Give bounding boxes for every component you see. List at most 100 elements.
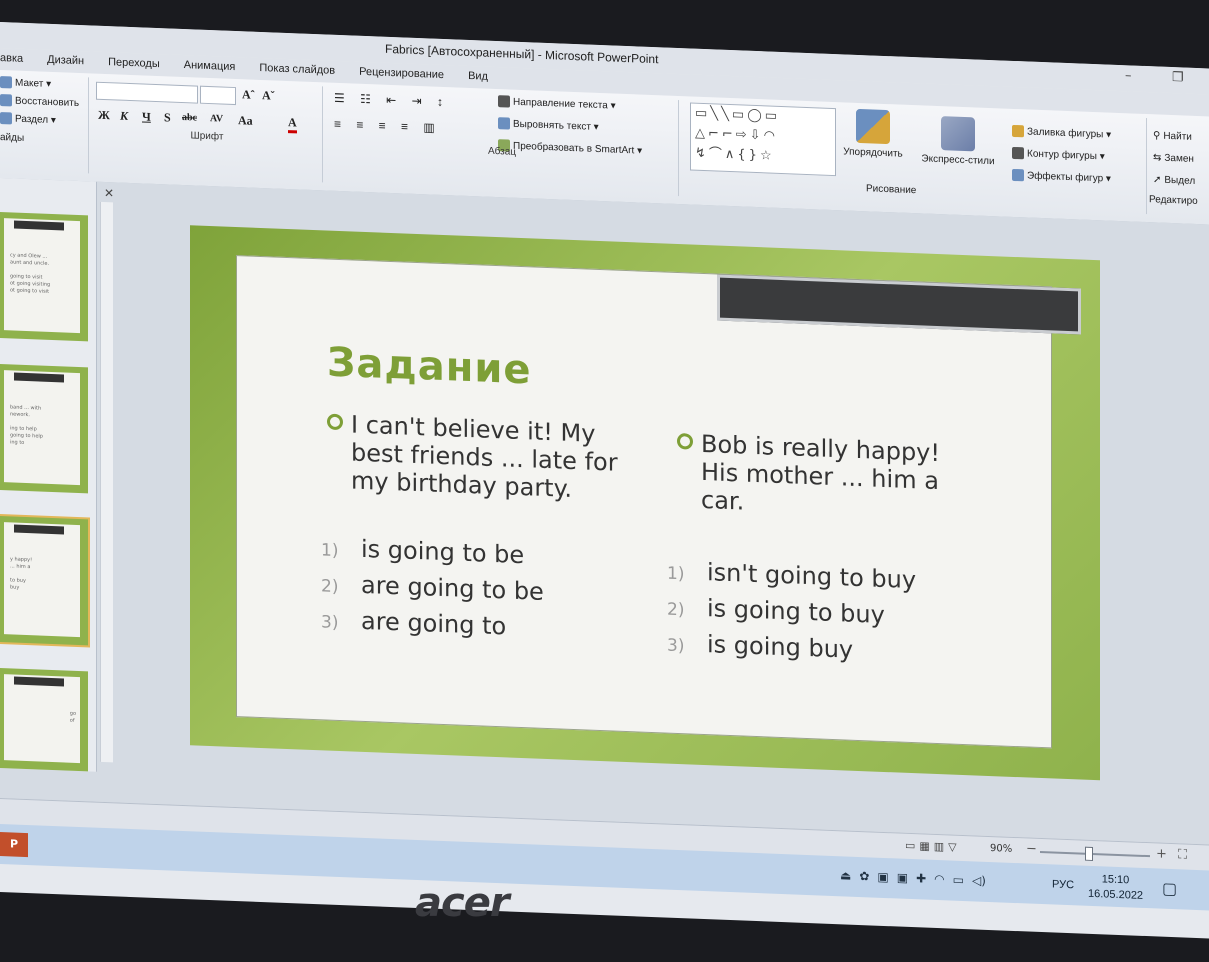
- option-text: are going to: [361, 606, 507, 641]
- option-text: is going buy: [707, 630, 854, 664]
- thumbnail-bar: [14, 676, 64, 687]
- tab-design[interactable]: Дизайн: [35, 49, 96, 73]
- option-text: isn't going to buy: [707, 558, 917, 595]
- usb-icon[interactable]: ⏏: [840, 868, 851, 882]
- window-title: Fabrics [Автосохраненный] - Microsoft Po…: [385, 41, 659, 67]
- slide-canvas[interactable]: Задание I can't believe it! My best frie…: [190, 225, 1100, 781]
- text-direction-button[interactable]: Направление текста ▾: [498, 95, 616, 112]
- right-option[interactable]: 1) isn't going to buy: [667, 557, 917, 595]
- app-tray-icon[interactable]: ▣: [897, 870, 908, 884]
- slide-thumbnail[interactable]: go of: [0, 668, 88, 772]
- zoom-in-button[interactable]: +: [1156, 846, 1167, 861]
- shape-effects-button[interactable]: Эффекты фигур ▾: [1012, 168, 1111, 185]
- layout-button[interactable]: Макет ▾: [0, 76, 51, 90]
- bold-button[interactable]: Ж: [98, 108, 110, 123]
- change-case-button[interactable]: Aa: [238, 113, 253, 129]
- shape-outline-icon: [1012, 146, 1024, 160]
- grow-font-button[interactable]: Aˆ: [242, 87, 255, 102]
- slide-frame: Задание I can't believe it! My best frie…: [236, 255, 1081, 749]
- tab-view[interactable]: Вид: [456, 66, 500, 90]
- shadow-button[interactable]: S: [164, 110, 171, 125]
- cursor-icon: ➚: [1153, 174, 1162, 186]
- strikethrough-button[interactable]: abc: [182, 112, 197, 124]
- network-tray-icon[interactable]: ✚: [916, 871, 926, 885]
- text-direction-label: Направление текста ▾: [513, 96, 616, 112]
- bullet-icon: [677, 433, 693, 450]
- close-pane-icon[interactable]: ✕: [104, 186, 114, 200]
- app-tray-icon[interactable]: ▣: [877, 870, 888, 884]
- fit-slide-icon[interactable]: ⛶: [1178, 847, 1187, 862]
- battery-icon[interactable]: ▭: [953, 873, 964, 887]
- thumbnails-scrollbar[interactable]: [100, 201, 113, 763]
- option-number: 1): [321, 540, 339, 562]
- right-option[interactable]: 3) is going buy: [667, 629, 853, 664]
- select-button[interactable]: ➚ Выдел: [1153, 174, 1195, 187]
- slide-thumbnail[interactable]: band ... with nework. ing to help going …: [0, 364, 88, 494]
- left-option[interactable]: 2) are going to be: [321, 569, 544, 606]
- slide-thumbnail-selected[interactable]: y happy! ... him a to buy buy: [0, 516, 88, 646]
- font-size-combo[interactable]: [200, 85, 236, 106]
- shape-fill-label: Заливка фигуры ▾: [1027, 125, 1112, 141]
- zoom-slider-track[interactable]: [1040, 850, 1150, 858]
- app-tray-icon[interactable]: ✿: [859, 869, 869, 883]
- volume-icon[interactable]: ◁): [972, 873, 986, 888]
- quick-styles-button[interactable]: Экспресс-стили: [912, 115, 1004, 168]
- option-number: 1): [667, 563, 685, 585]
- find-label: Найти: [1163, 130, 1192, 143]
- reset-button[interactable]: Восстановить: [0, 94, 79, 109]
- thumbnail-text: cy and Olew ... aunt and uncle. going to…: [10, 252, 50, 296]
- option-text: are going to be: [361, 570, 544, 606]
- editing-group-label: Редактиро: [1149, 194, 1198, 208]
- right-option[interactable]: 2) is going to buy: [667, 593, 885, 629]
- layout-icon: [0, 76, 12, 89]
- shape-outline-button[interactable]: Контур фигуры ▾: [1012, 146, 1105, 163]
- find-button[interactable]: ⚲ Найти: [1153, 130, 1192, 142]
- tab-animations[interactable]: Анимация: [172, 55, 248, 80]
- thumbnail-bar: [14, 524, 64, 535]
- replace-button[interactable]: ⇆ Замен: [1153, 152, 1194, 165]
- arrange-button[interactable]: Упорядочить: [834, 108, 912, 160]
- thumbnail-canvas: y happy! ... him a to buy buy: [4, 522, 80, 638]
- arrange-icon: [856, 108, 890, 145]
- font-color-button[interactable]: A: [288, 115, 297, 134]
- left-option[interactable]: 1) is going to be: [321, 533, 524, 569]
- thumbnail-line: of: [69, 717, 75, 724]
- restore-button[interactable]: ❐: [1172, 70, 1184, 85]
- shrink-font-button[interactable]: Aˇ: [262, 88, 275, 103]
- wifi-icon[interactable]: ◠: [934, 872, 944, 886]
- section-button[interactable]: Раздел ▾: [0, 112, 56, 126]
- align-buttons[interactable]: ≡ ≡ ≡ ≡ ▥: [334, 117, 441, 135]
- left-question[interactable]: I can't believe it! My best friends ... …: [327, 410, 618, 505]
- powerpoint-taskbar-icon[interactable]: P: [0, 832, 28, 858]
- italic-button[interactable]: К: [120, 109, 128, 124]
- char-spacing-button[interactable]: AV: [210, 113, 223, 125]
- slide-thumbnail[interactable]: cy and Olew ... aunt and uncle. going to…: [0, 212, 88, 342]
- shapes-gallery[interactable]: ▭╲╲▭◯▭ △⌐⌐⇨⇩◠ ↯⌒∧{}☆: [690, 102, 836, 177]
- option-number: 3): [667, 635, 685, 657]
- tab-transitions[interactable]: Переходы: [96, 52, 172, 77]
- slide-thumbnails-pane: cy and Olew ... aunt and uncle. going to…: [0, 178, 97, 772]
- zoom-level[interactable]: 90%: [990, 843, 1012, 855]
- language-indicator[interactable]: РУС: [1052, 878, 1074, 891]
- notifications-icon[interactable]: ▢: [1162, 879, 1177, 899]
- thumbnail-canvas: band ... with nework. ing to help going …: [4, 370, 80, 486]
- underline-button[interactable]: Ч: [142, 109, 151, 124]
- view-buttons[interactable]: ▭▦▥▽: [905, 839, 961, 854]
- shape-effects-label: Эффекты фигур ▾: [1027, 169, 1111, 185]
- slide-title[interactable]: Задание: [327, 340, 532, 394]
- left-option[interactable]: 3) are going to: [321, 605, 507, 641]
- zoom-out-button[interactable]: −: [1026, 841, 1037, 856]
- shape-fill-button[interactable]: Заливка фигуры ▾: [1012, 124, 1112, 141]
- font-name-combo[interactable]: [96, 81, 198, 104]
- align-text-button[interactable]: Выровнять текст ▾: [498, 117, 599, 133]
- font-group: Aˆ Aˇ Ж К Ч S abc AV Aa A Шрифт: [92, 77, 323, 183]
- minimize-button[interactable]: –: [1125, 68, 1132, 83]
- clock-date: 16.05.2022: [1088, 887, 1144, 902]
- clock[interactable]: 15:10 16.05.2022: [1088, 872, 1143, 904]
- tab-insert[interactable]: авка: [0, 48, 35, 71]
- right-question[interactable]: Bob is really happy! His mother ... him …: [677, 429, 940, 523]
- list-buttons[interactable]: ☰ ☷ ⇤ ⇥ ↕: [334, 91, 449, 109]
- zoom-slider-handle[interactable]: [1085, 846, 1093, 861]
- paragraph-group: ☰ ☷ ⇤ ⇥ ↕ ≡ ≡ ≡ ≡ ▥ Направление текста ▾…: [326, 86, 679, 197]
- work-area: cy and Olew ... aunt and uncle. going to…: [0, 178, 1209, 845]
